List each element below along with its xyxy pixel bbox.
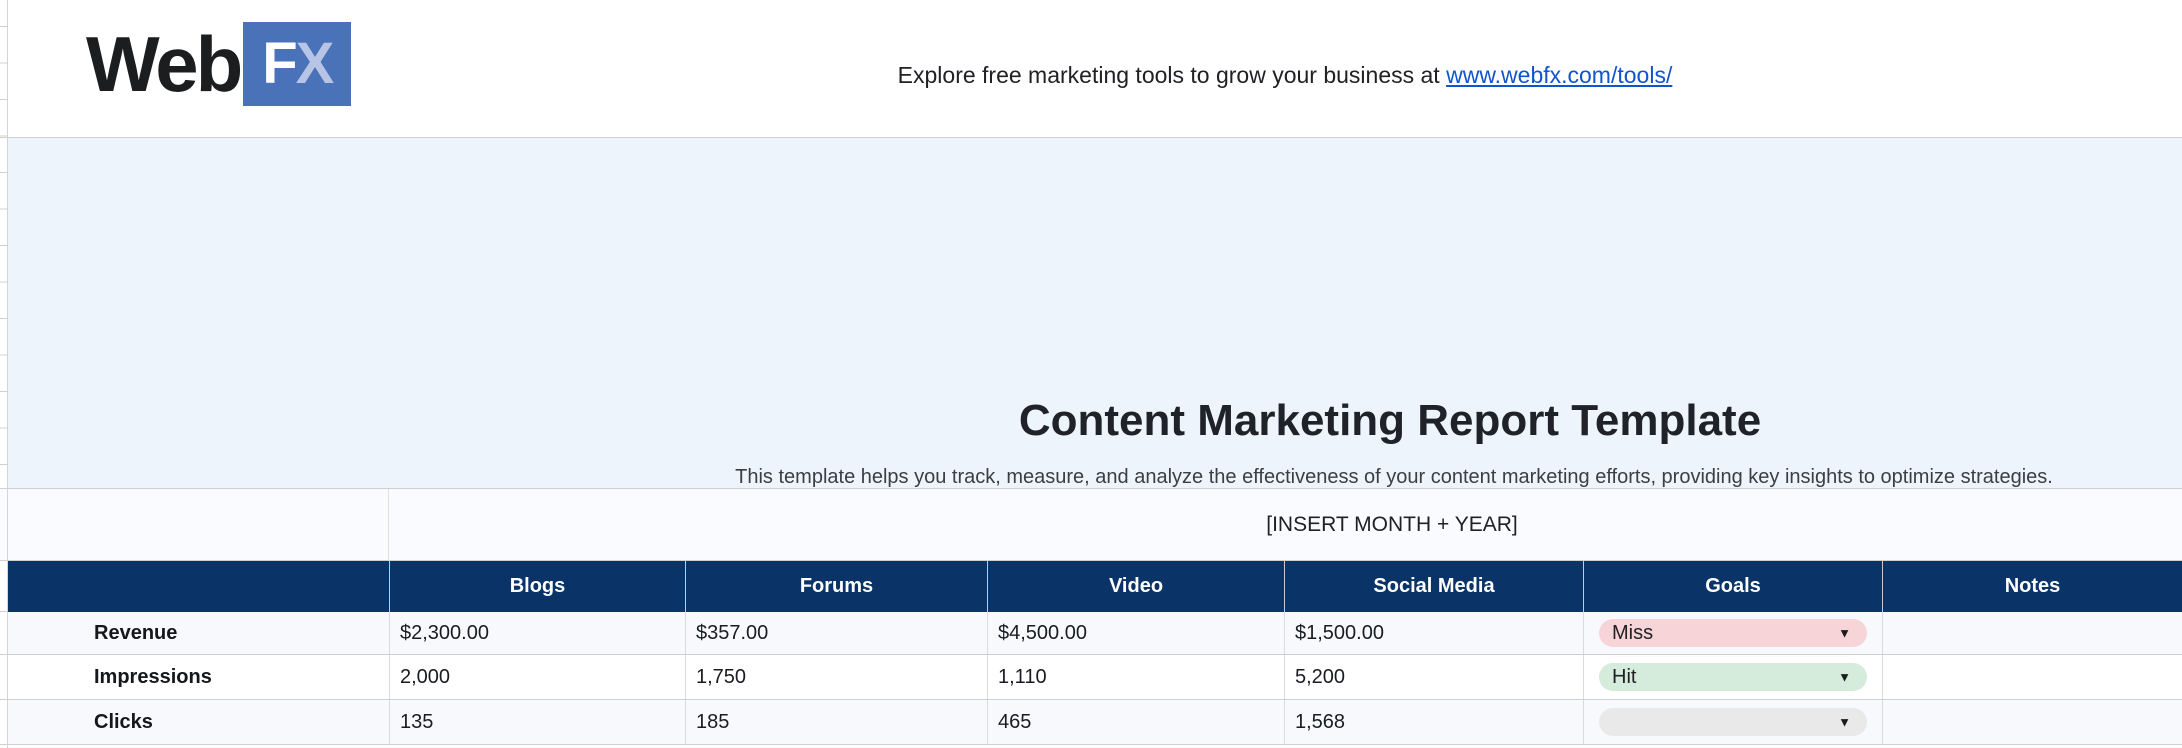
row-label-impressions: Impressions xyxy=(8,655,390,699)
table-row-clicks: Clicks 135 185 465 1,568 ▼ xyxy=(8,700,2182,745)
col-header-goals: Goals xyxy=(1584,561,1883,612)
cell-revenue-goal: Miss ▼ xyxy=(1584,612,1883,654)
col-header-video: Video xyxy=(988,561,1285,612)
dropdown-arrow-icon: ▼ xyxy=(1838,625,1851,641)
logo-fx-box: FX xyxy=(243,22,352,106)
goal-dropdown-value: Hit xyxy=(1612,666,1637,688)
webfx-logo: Web FX xyxy=(86,18,352,110)
dropdown-arrow-icon: ▼ xyxy=(1838,714,1851,730)
tagline-text: Explore free marketing tools to grow you… xyxy=(897,62,1447,88)
cell-revenue-forums[interactable]: $357.00 xyxy=(686,612,988,654)
top-header-band: Web FX Explore free marketing tools to g… xyxy=(0,0,2182,138)
table-header-row: Blogs Forums Video Social Media Goals No… xyxy=(8,561,2182,612)
sheet-gridline-tick xyxy=(0,654,8,655)
goal-dropdown-impressions[interactable]: Hit ▼ xyxy=(1599,663,1867,691)
sheet-gridline-tick xyxy=(0,744,8,745)
cell-impressions-video[interactable]: 1,110 xyxy=(988,655,1285,699)
sheet-gridline-vertical xyxy=(388,489,389,561)
col-header-notes: Notes xyxy=(2004,575,2061,597)
table-row-impressions: Impressions 2,000 1,750 1,110 5,200 Hit … xyxy=(8,655,2182,700)
page-title: Content Marketing Report Template xyxy=(1018,396,1762,445)
logo-text-web: Web xyxy=(86,20,243,108)
goal-dropdown-clicks[interactable]: ▼ xyxy=(1599,708,1867,736)
tagline: Explore free marketing tools to grow you… xyxy=(898,62,1673,89)
cell-impressions-forums[interactable]: 1,750 xyxy=(686,655,988,699)
logo-letter-x: X xyxy=(295,31,335,96)
period-band: [INSERT MONTH + YEAR] xyxy=(0,488,2182,561)
cell-clicks-forums[interactable]: 185 xyxy=(686,700,988,744)
col-header-blank xyxy=(8,561,390,612)
dropdown-arrow-icon: ▼ xyxy=(1838,669,1851,685)
goal-dropdown-value: Miss xyxy=(1612,622,1654,644)
cell-impressions-social[interactable]: 5,200 xyxy=(1285,655,1584,699)
cell-impressions-blogs[interactable]: 2,000 xyxy=(390,655,686,699)
sheet-gridline-ticks xyxy=(0,26,8,489)
col-header-forums: Forums xyxy=(686,561,988,612)
cell-clicks-video[interactable]: 465 xyxy=(988,700,1285,744)
period-placeholder-cell[interactable]: [INSERT MONTH + YEAR] xyxy=(1266,513,1517,537)
cell-impressions-notes[interactable] xyxy=(1883,655,2182,699)
report-table: Blogs Forums Video Social Media Goals No… xyxy=(8,561,2182,745)
hero-panel: Content Marketing Report Template This t… xyxy=(8,138,2182,488)
sheet-gridline-tick xyxy=(0,611,8,612)
table-row-revenue: Revenue $2,300.00 $357.00 $4,500.00 $1,5… xyxy=(8,612,2182,655)
row-label-clicks: Clicks xyxy=(8,700,390,744)
col-header-blogs: Blogs xyxy=(390,561,686,612)
cell-clicks-notes[interactable] xyxy=(1883,700,2182,744)
tools-link[interactable]: www.webfx.com/tools/ xyxy=(1446,62,1672,88)
row-label-revenue: Revenue xyxy=(8,612,390,654)
cell-revenue-blogs[interactable]: $2,300.00 xyxy=(390,612,686,654)
goal-dropdown-revenue[interactable]: Miss ▼ xyxy=(1599,619,1867,647)
cell-clicks-social[interactable]: 1,568 xyxy=(1285,700,1584,744)
cell-clicks-goal: ▼ xyxy=(1584,700,1883,744)
cell-clicks-blogs[interactable]: 135 xyxy=(390,700,686,744)
cell-impressions-goal: Hit ▼ xyxy=(1584,655,1883,699)
cell-revenue-video[interactable]: $4,500.00 xyxy=(988,612,1285,654)
page-subtitle: This template helps you track, measure, … xyxy=(735,466,2053,488)
content-marketing-report-page: Web FX Explore free marketing tools to g… xyxy=(0,0,2182,748)
col-header-social-media: Social Media xyxy=(1285,561,1584,612)
logo-letter-f: F xyxy=(262,31,297,96)
sheet-gridline-tick xyxy=(0,699,8,700)
cell-revenue-notes[interactable] xyxy=(1883,612,2182,654)
cell-revenue-social[interactable]: $1,500.00 xyxy=(1285,612,1584,654)
